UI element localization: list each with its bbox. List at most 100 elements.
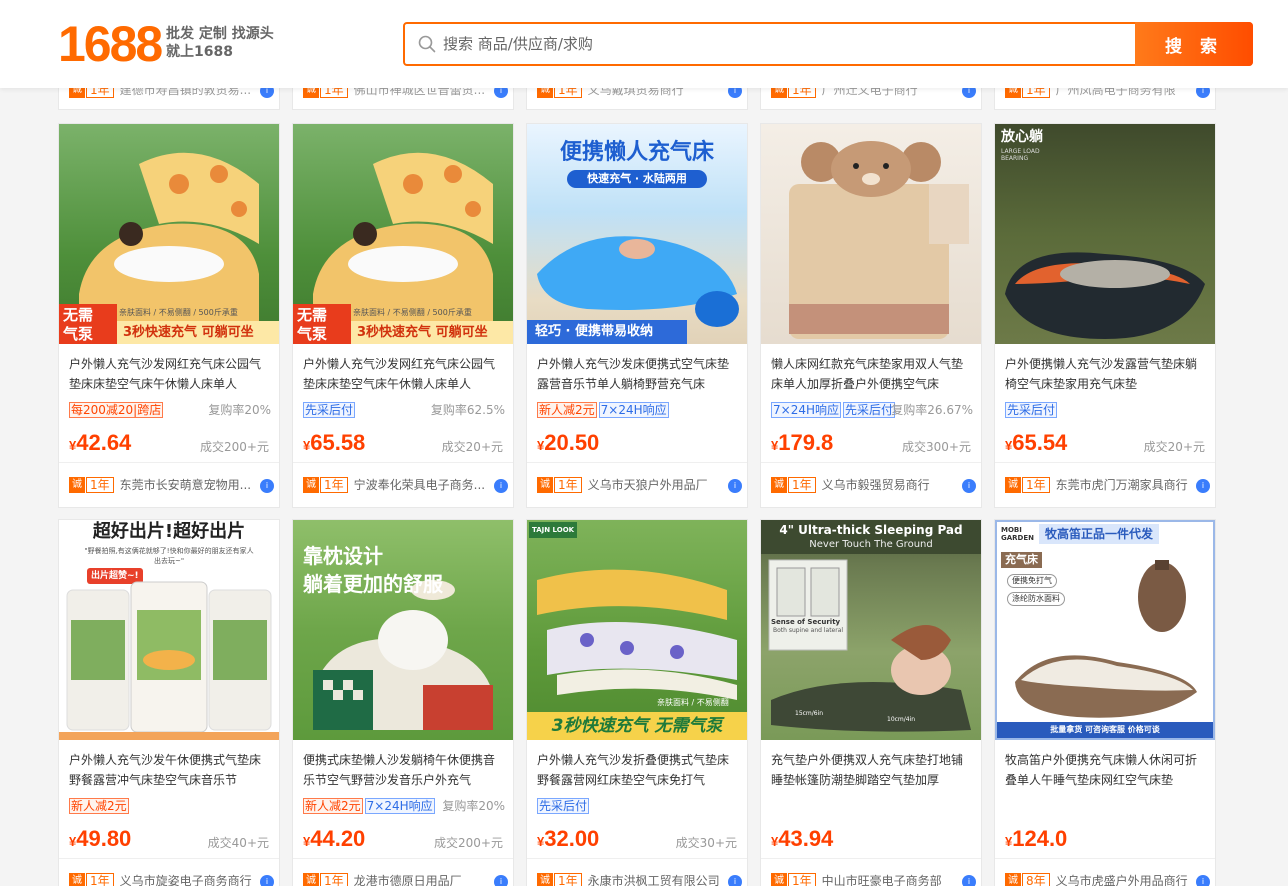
shop-row[interactable]: 诚 1年 龙港市德原日用品厂 i (303, 872, 508, 886)
shop-name[interactable]: 东莞市长安萌意宠物用... (120, 476, 265, 494)
shop-badge-icon: i (728, 875, 742, 886)
sold-amount: 成交30+元 (675, 836, 737, 850)
shop-name[interactable]: 中山市旺豪电子商务部 (822, 872, 967, 886)
product-title[interactable]: 懒人床网红款充气床垫家用双人气垫床单人加厚折叠户外便携空气床 (771, 354, 971, 394)
search-input[interactable] (443, 24, 1133, 64)
shop-years: 1年 (1022, 477, 1050, 493)
product-card[interactable]: 放心躺 LARGE LOAD BEARING 户外便携懒人充气沙发露营气垫床躺椅… (994, 123, 1216, 508)
product-price: ¥43.94 (771, 826, 834, 851)
product-tags: 先采后付 复购率62.5% (303, 402, 505, 420)
product-title[interactable]: 户外懒人充气沙发折叠便携式气垫床野餐露营网红床垫空气床免打气 (537, 750, 737, 790)
product-title[interactable]: 户外懒人充气沙发网红充气床公园气垫床床垫空气床午休懒人床单人 (69, 354, 269, 394)
product-price: ¥42.64 (69, 430, 132, 455)
divider (995, 462, 1215, 463)
logo-tagline-2: 就上1688 (166, 44, 233, 60)
product-image[interactable]: 4" Ultra-thick Sleeping Pad Never Touch … (761, 520, 981, 740)
product-price: ¥20.50 (537, 430, 600, 455)
product-title[interactable]: 户外懒人充气沙发床便携式空气床垫露营音乐节单人躺椅野营充气床 (537, 354, 737, 394)
product-title[interactable]: 户外懒人充气沙发网红充气床公园气垫床床垫空气床午休懒人床单人 (303, 354, 503, 394)
product-title[interactable]: 户外懒人充气沙发午休便携式气垫床野餐露营冲气床垫空气床音乐节 (69, 750, 269, 790)
product-title[interactable]: 便携式床垫懒人沙发躺椅午休便携音乐节空气野营沙发音乐户外充气 (303, 750, 503, 790)
image-badge: 无需 气泵 (59, 304, 117, 344)
image-headline: 4" Ultra-thick Sleeping Pad (779, 523, 963, 537)
divider (59, 462, 279, 463)
product-image[interactable]: MOBI GARDEN 牧高笛正品一件代发 充气床 便携免打气 涤纶防水面料 批… (995, 520, 1215, 740)
shop-row[interactable]: 诚 1年 义乌市天狼户外用品厂 i (537, 476, 742, 494)
logo[interactable]: 1688 (58, 16, 163, 72)
shop-row[interactable]: 诚 1年 东莞市虎门万潮家具商行 i (1005, 476, 1210, 494)
repurchase-rate: 复购率62.5% (430, 403, 505, 417)
feature-pill: 便携免打气 (1007, 574, 1057, 588)
verified-icon: 诚 (771, 873, 787, 886)
product-tags: 7×24H响应 先采后付 复购率26.67% (771, 402, 973, 420)
shop-name[interactable]: 义乌市毅强贸易商行 (822, 476, 967, 494)
shop-badge-icon: i (728, 479, 742, 493)
service-tag: 先采后付 (842, 402, 895, 418)
shop-row[interactable]: 诚 1年 义乌市旋姿电子商务商行 i (69, 872, 274, 886)
product-title[interactable]: 牧高笛户外便携充气床懒人休闲可折叠单人午睡气垫床网红空气床垫 (1005, 750, 1205, 790)
product-card[interactable]: 便携懒人充气床 快速充气 · 水陆两用 轻巧 · 便携带易收纳 户外懒人充气沙发… (526, 123, 748, 508)
product-title[interactable]: 充气垫户外便携双人充气床垫打地铺睡垫帐篷防潮垫脚踏空气垫加厚 (771, 750, 971, 790)
product-photo (59, 581, 279, 740)
shop-badge-icon: i (1196, 875, 1210, 886)
service-tag: 先采后付 (537, 798, 590, 814)
product-image[interactable]: 便携懒人充气床 快速充气 · 水陆两用 轻巧 · 便携带易收纳 (527, 124, 747, 344)
shop-name[interactable]: 义乌市旋姿电子商务商行 (120, 872, 265, 886)
product-image[interactable]: 靠枕设计 躺着更加的舒服 (293, 520, 513, 740)
image-banner: 3秒快速充气 可躺可坐 (351, 321, 513, 344)
logo-tagline-1: 批发 定制 找源头 (166, 26, 274, 42)
divider (293, 858, 513, 859)
product-card[interactable]: MOBI GARDEN 牧高笛正品一件代发 充气床 便携免打气 涤纶防水面料 批… (994, 519, 1216, 886)
image-banner: 批量拿货 可咨询客服 价格可谈 (997, 722, 1213, 738)
image-subcaption: 亲肤面料 / 不易侧翻 / 500斤承重 (119, 308, 238, 317)
divider (761, 858, 981, 859)
image-badge: 充气床 (1001, 552, 1042, 568)
search-icon (418, 35, 436, 53)
product-price: ¥179.8 (771, 430, 834, 455)
product-image[interactable]: 超好出片!超好出片 "野餐拍照,有这俩花就够了!快和你最好的朋友还有家人出去玩~… (59, 520, 279, 740)
site-header: 1688 批发 定制 找源头 就上1688 搜 索 (0, 0, 1288, 88)
shop-name[interactable]: 东莞市虎门万潮家具商行 (1056, 476, 1201, 494)
shop-years: 1年 (320, 477, 348, 493)
shop-name[interactable]: 宁波奉化荣具电子商务... (354, 476, 499, 494)
shop-badge-icon: i (260, 479, 274, 493)
search-button[interactable]: 搜 索 (1135, 22, 1253, 66)
product-image[interactable]: 放心躺 LARGE LOAD BEARING (995, 124, 1215, 344)
image-banner: 轻巧 · 便携带易收纳 (527, 320, 687, 344)
product-card[interactable]: 超好出片!超好出片 "野餐拍照,有这俩花就够了!快和你最好的朋友还有家人出去玩~… (58, 519, 280, 886)
product-card[interactable]: 4" Ultra-thick Sleeping Pad Never Touch … (760, 519, 982, 886)
search-bar: 搜 索 (403, 22, 1253, 66)
product-title[interactable]: 户外便携懒人充气沙发露营气垫床躺椅空气床垫家用充气床垫 (1005, 354, 1205, 394)
product-card[interactable]: TAJN LOOK 亲肤面料 / 不易侧翻 3秒快速充气 无需气泵 户外懒人充气… (526, 519, 748, 886)
shop-years: 1年 (86, 477, 114, 493)
shop-row[interactable]: 诚 1年 永康市洪枫工贸有限公司 i (537, 872, 742, 886)
product-card[interactable]: 靠枕设计 躺着更加的舒服 便携式床垫懒人沙发躺椅午休便携音乐节空气野营沙发音乐户… (292, 519, 514, 886)
shop-years: 1年 (320, 873, 348, 886)
shop-row[interactable]: 诚 8年 义乌市虎盛户外用品商行 i (1005, 872, 1210, 886)
product-tags: 新人减2元 7×24H响应 (537, 402, 739, 420)
verified-icon: 诚 (1005, 477, 1021, 493)
shop-years: 1年 (554, 873, 582, 886)
shop-row[interactable]: 诚 1年 宁波奉化荣具电子商务... i (303, 476, 508, 494)
promo-tag: 每200减20|跨店 (69, 402, 164, 418)
product-image[interactable] (761, 124, 981, 344)
product-price: ¥32.00 (537, 826, 600, 851)
product-card[interactable]: 无需 气泵 亲肤面料 / 不易侧翻 / 500斤承重 3秒快速充气 可躺可坐 户外… (292, 123, 514, 508)
product-card[interactable]: 无需 气泵 亲肤面料 / 不易侧翻 / 500斤承重 3秒快速充气 可躺可坐 户外… (58, 123, 280, 508)
shop-row[interactable]: 诚 1年 中山市旺豪电子商务部 i (771, 872, 976, 886)
shop-name[interactable]: 龙港市德原日用品厂 (354, 872, 499, 886)
shop-badge-icon: i (494, 875, 508, 886)
shop-name[interactable]: 永康市洪枫工贸有限公司 (588, 872, 733, 886)
product-image[interactable]: TAJN LOOK 亲肤面料 / 不易侧翻 3秒快速充气 无需气泵 (527, 520, 747, 740)
product-image[interactable]: 无需 气泵 亲肤面料 / 不易侧翻 / 500斤承重 3秒快速充气 可躺可坐 (59, 124, 279, 344)
shop-name[interactable]: 义乌市天狼户外用品厂 (588, 476, 733, 494)
image-subcaption: 亲肤面料 / 不易侧翻 / 500斤承重 (353, 308, 472, 317)
promo-tag: 新人减2元 (69, 798, 129, 814)
divider (995, 858, 1215, 859)
shop-name[interactable]: 义乌市虎盛户外用品商行 (1056, 872, 1201, 886)
product-image[interactable]: 无需 气泵 亲肤面料 / 不易侧翻 / 500斤承重 3秒快速充气 可躺可坐 (293, 124, 513, 344)
product-card[interactable]: 懒人床网红款充气床垫家用双人气垫床单人加厚折叠户外便携空气床 7×24H响应 先采… (760, 123, 982, 508)
shop-row[interactable]: 诚 1年 东莞市长安萌意宠物用... i (69, 476, 274, 494)
shop-row[interactable]: 诚 1年 义乌市毅强贸易商行 i (771, 476, 976, 494)
shop-badge-icon: i (1196, 479, 1210, 493)
